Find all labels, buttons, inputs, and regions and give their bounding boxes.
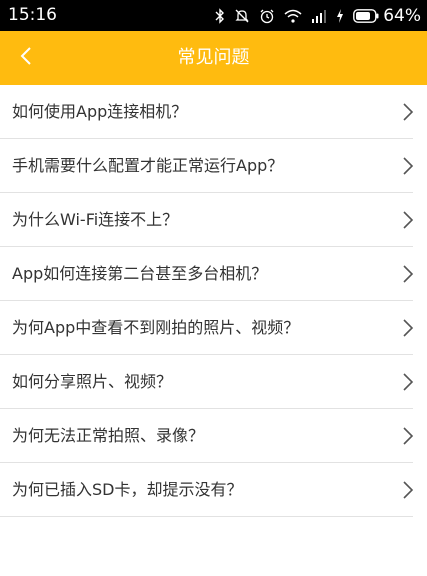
faq-item[interactable]: 为何App中查看不到刚拍的照片、视频？ bbox=[0, 301, 427, 355]
status-time: 15:16 bbox=[8, 5, 57, 25]
charging-icon bbox=[336, 8, 344, 23]
faq-item[interactable]: 手机需要什么配置才能正常运行App？ bbox=[0, 139, 427, 193]
status-icons: 64% bbox=[206, 0, 421, 31]
battery-percent: 64% bbox=[383, 5, 421, 26]
mute-icon bbox=[234, 8, 250, 24]
faq-item[interactable]: 如何使用App连接相机？ bbox=[0, 85, 427, 139]
bluetooth-icon bbox=[215, 7, 225, 24]
chevron-right-icon bbox=[402, 373, 414, 391]
faq-item-label: 手机需要什么配置才能正常运行App？ bbox=[12, 156, 284, 175]
signal-icon bbox=[311, 9, 327, 23]
faq-item-label: 为什么Wi-Fi连接不上？ bbox=[12, 210, 179, 229]
faq-item[interactable]: 为何无法正常拍照、录像？ bbox=[0, 409, 427, 463]
faq-item[interactable]: 为什么Wi-Fi连接不上？ bbox=[0, 193, 427, 247]
faq-item[interactable]: 如何分享照片、视频？ bbox=[0, 355, 427, 409]
title-bar: 常见问题 bbox=[0, 31, 427, 85]
chevron-right-icon bbox=[402, 319, 414, 337]
wifi-icon bbox=[284, 9, 302, 23]
faq-screen: 15:16 64% 常见问题 如何使用App连接相机？ 手机需要什么配置才能正常… bbox=[0, 0, 427, 576]
chevron-right-icon bbox=[402, 157, 414, 175]
alarm-icon bbox=[259, 8, 275, 24]
status-bar: 15:16 64% bbox=[0, 0, 427, 31]
faq-item-label: 为何无法正常拍照、录像？ bbox=[12, 426, 205, 445]
faq-item[interactable]: App如何连接第二台甚至多台相机？ bbox=[0, 247, 427, 301]
faq-item-label: App如何连接第二台甚至多台相机？ bbox=[12, 264, 268, 283]
faq-item-label: 为何已插入SD卡，却提示没有？ bbox=[12, 480, 243, 499]
battery-icon bbox=[353, 8, 379, 23]
chevron-right-icon bbox=[402, 481, 414, 499]
chevron-right-icon bbox=[402, 103, 414, 121]
faq-list: 如何使用App连接相机？ 手机需要什么配置才能正常运行App？ 为什么Wi-Fi… bbox=[0, 85, 427, 517]
faq-item-label: 如何分享照片、视频？ bbox=[12, 372, 173, 391]
faq-item-label: 为何App中查看不到刚拍的照片、视频？ bbox=[12, 318, 300, 337]
faq-item[interactable]: 为何已插入SD卡，却提示没有？ bbox=[0, 463, 427, 517]
faq-item-label: 如何使用App连接相机？ bbox=[12, 102, 188, 121]
page-title: 常见问题 bbox=[177, 47, 250, 68]
chevron-right-icon bbox=[402, 265, 414, 283]
chevron-right-icon bbox=[402, 427, 414, 445]
chevron-right-icon bbox=[402, 211, 414, 229]
